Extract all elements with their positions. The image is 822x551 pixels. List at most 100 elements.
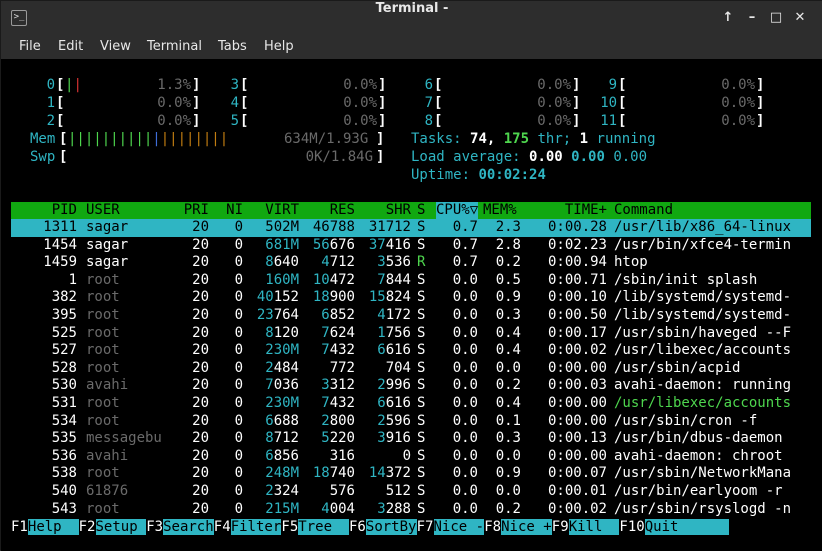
shr-cell: 14372 <box>368 465 411 482</box>
pri-cell: 20 <box>192 377 209 394</box>
fkey-label-sortby[interactable]: SortBy <box>365 519 417 535</box>
fkey-f10[interactable]: F10 <box>619 519 645 535</box>
process-row[interactable]: 531 root 20 0 230M 7432 6616 S 0.0 0.4 0:00.00/usr… <box>11 395 811 413</box>
process-row[interactable]: 543 root 20 0 215M 4004 3288 S 0.0 0.2 0:00.02/usr… <box>11 501 811 519</box>
fkey-label-kill[interactable]: Kill <box>568 519 620 535</box>
pid-cell: 1 <box>68 271 77 288</box>
cpu-pct-2: 0.0% <box>157 113 191 129</box>
col-state[interactable]: S <box>417 202 425 219</box>
pri-cell: 20 <box>192 483 209 499</box>
cpu-bar-close: ] <box>378 95 387 111</box>
process-row[interactable]: 540 61876 20 0 2324 576 512 S 0.0 0.0 0:00.01/usr/… <box>11 483 811 501</box>
pri-cell: 20 <box>192 254 209 271</box>
minimize-icon[interactable]: – <box>743 10 761 28</box>
cpu-pct-9: 0.0% <box>721 77 755 93</box>
fkey-f5[interactable]: F5 <box>281 519 299 535</box>
col-time[interactable]: TIME+ <box>541 202 607 219</box>
command-cell: /usr/bin/earlyoom -r <box>614 483 783 499</box>
user-cell: root <box>86 342 120 359</box>
command-cell: /usr/lib/x86_64-linux <box>614 219 792 235</box>
mem-cell: 2.3 <box>495 219 521 235</box>
process-row[interactable]: 536 avahi 20 0 6856 316 0 S 0.0 0.0 0:00.00 avahi-d… <box>11 448 811 466</box>
menu-file[interactable]: File <box>19 39 41 54</box>
state-cell: S <box>417 324 426 341</box>
cpu-bar-open: [ <box>618 95 627 111</box>
col-shr[interactable]: SHR <box>365 202 411 219</box>
time-cell: 0:00.94 <box>547 254 607 271</box>
fkey-label-help[interactable]: Help <box>27 519 79 535</box>
process-row[interactable]: 1 root 20 0 160M 10472 7844 S 0.0 0.5 0:00.71/sbin… <box>11 272 811 290</box>
mem-cell: 0.0 <box>495 483 521 499</box>
process-row[interactable]: 538 root 20 0 248M 18740 14372 S 0.0 0.9 0:00.07/u… <box>11 465 811 483</box>
time-cell: 0:00.28 <box>547 219 607 235</box>
process-row[interactable]: 535 messagebu 20 0 8712 5220 3916 S 0.0 0.3 0:00.1… <box>11 430 811 448</box>
close-icon[interactable]: ✕ <box>791 10 809 28</box>
menu-help[interactable]: Help <box>264 39 294 54</box>
fkey-label-nice[interactable]: Nice + <box>501 519 552 535</box>
fkey-f3[interactable]: F3 <box>146 519 164 535</box>
cpu-cell: 0.0 <box>452 307 478 323</box>
process-row[interactable]: 395 root 20 0 23764 6852 4172 S 0.0 0.3 0:00.50/li… <box>11 307 811 325</box>
cpu-bar-close: ] <box>192 113 201 129</box>
pri-cell: 20 <box>192 447 209 464</box>
time-cell: 0:00.00 <box>547 359 607 376</box>
fkey-label-filter[interactable]: Filter <box>230 519 282 535</box>
shr-cell: 6616 <box>377 395 411 411</box>
col-cpu[interactable]: CPU%▽ <box>436 202 479 219</box>
col-virt[interactable]: VIRT <box>253 202 299 219</box>
fkey-f1[interactable]: F1 <box>11 519 28 535</box>
process-row[interactable]: 528 root 20 0 2484 772 704 S 0.0 0.0 0:00.00/usr/s… <box>11 360 811 378</box>
fkey-f2[interactable]: F2 <box>78 519 96 535</box>
menu-view[interactable]: View <box>100 39 131 54</box>
fkey-f6[interactable]: F6 <box>349 519 366 535</box>
fkey-label-search[interactable]: Search <box>163 519 214 535</box>
process-row[interactable]: 525 root 20 0 8120 7624 1756 S 0.0 0.4 0:00.17/usr… <box>11 325 811 343</box>
fkey-f7[interactable]: F7 <box>416 519 434 535</box>
col-pid[interactable]: PID <box>41 202 77 219</box>
virt-cell: 230M <box>265 395 299 411</box>
res-cell: 18900 <box>312 289 355 306</box>
menu-tabs[interactable]: Tabs <box>218 39 247 54</box>
fkey-label-tree[interactable]: Tree <box>298 519 349 535</box>
fkey-f8[interactable]: F8 <box>484 519 502 535</box>
cpu-bar-close: ] <box>192 77 201 93</box>
shr-cell: 2996 <box>377 377 411 394</box>
fkey-label-quit[interactable]: Quit <box>644 519 730 535</box>
col-mem[interactable]: MEM% <box>483 202 517 219</box>
menu-terminal[interactable]: Terminal <box>147 39 202 54</box>
cpu-bar-close: ] <box>572 77 581 93</box>
time-cell: 0:00.13 <box>547 430 607 447</box>
process-row[interactable]: 527 root 20 0 230M 7432 6616 S 0.0 0.4 0:00.02/usr… <box>11 342 811 360</box>
process-row[interactable]: 1454 sagar 20 0 681M 56676 37416 S 0.7 2.8 0:02.23… <box>11 237 811 255</box>
cpu-bar-close: ] <box>572 95 581 111</box>
pri-cell: 20 <box>192 324 209 341</box>
col-res[interactable]: RES <box>309 202 355 219</box>
process-row[interactable]: 534 root 20 0 6688 2800 2596 S 0.0 0.1 0:00.00/usr… <box>11 413 811 431</box>
cpu-bar-close: ] <box>572 113 581 129</box>
time-cell: 0:00.17 <box>547 324 607 341</box>
process-row[interactable]: 530 avahi 20 0 7036 3312 2996 S 0.0 0.2 0:00.03 ava… <box>11 377 811 395</box>
pri-cell: 20 <box>192 500 209 517</box>
col-command[interactable]: Command <box>614 202 673 219</box>
process-row[interactable]: 382 root 20 0 40152 18900 15824 S 0.0 0.9 0:00.10 /… <box>11 289 811 307</box>
mem-cell: 0.0 <box>495 359 521 376</box>
fkey-label-setup[interactable]: Setup <box>95 519 147 535</box>
process-row[interactable]: 1311 sagar 20 0 502M 46788 31712 S 0.7 2.3 0:00.28… <box>11 219 811 237</box>
swp-value: 0K/1.84G <box>305 149 373 165</box>
htop-screen[interactable]: 0[|| 1.3%] 1[0.0%] 2[0.0%] 3[0.0%] 4[0.0%] 5[0… <box>1 59 822 551</box>
cpu-cell: 0.0 <box>452 342 478 359</box>
col-ni[interactable]: NI <box>221 202 243 219</box>
process-row[interactable]: 1459 sagar 20 0 8640 4712 3536 R 0.7 0.2 0:00.94 ht… <box>11 254 811 272</box>
col-pri[interactable]: PRI <box>179 202 209 219</box>
col-user[interactable]: USER <box>86 202 120 219</box>
ni-cell: 0 <box>234 500 243 517</box>
maximize-icon[interactable]: □ <box>767 10 785 28</box>
pri-cell: 20 <box>192 236 209 253</box>
fkey-f9[interactable]: F9 <box>551 519 569 535</box>
menu-edit[interactable]: Edit <box>58 39 83 54</box>
mem-cell: 0.0 <box>495 447 521 464</box>
fkey-label-nice[interactable]: Nice - <box>433 519 485 535</box>
cpu-bar-open: [ <box>434 95 443 111</box>
fkey-f4[interactable]: F4 <box>213 519 231 535</box>
keep-above-icon[interactable]: ↑ <box>719 10 737 28</box>
